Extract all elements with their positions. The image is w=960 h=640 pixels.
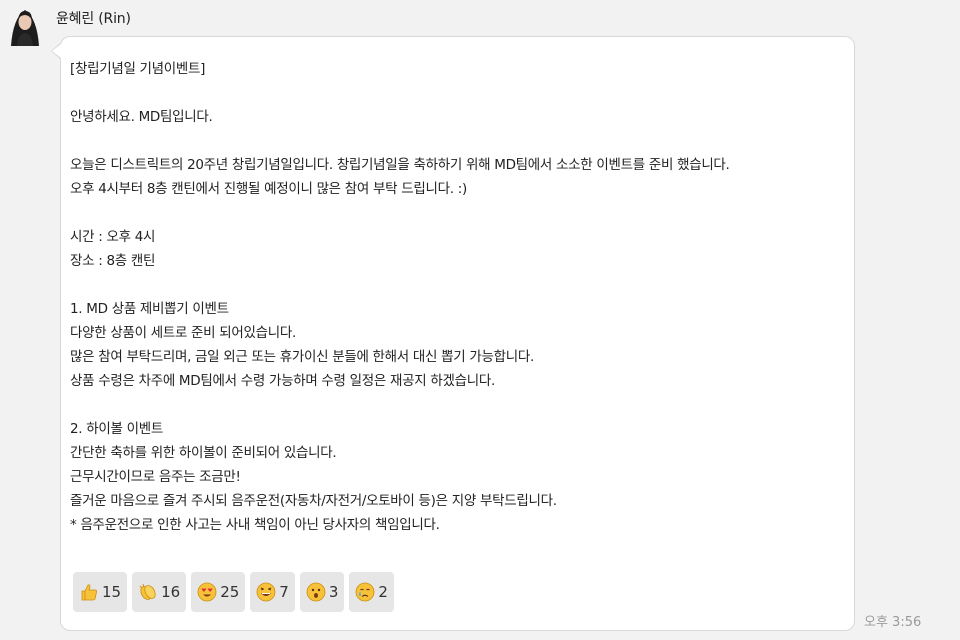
message-timestamp: 오후 3:56 (864, 615, 922, 630)
reaction-count: 25 (220, 583, 240, 601)
thumbs-up-icon (81, 584, 97, 601)
laughing-icon (256, 582, 276, 602)
message-body[interactable]: [창립기념일 기념이벤트] 안녕하세요. MD팀입니다. 오늘은 디스트릭트의 … (70, 57, 850, 537)
message-line: 많은 참여 부탁드리며, 금일 외근 또는 휴가이신 분들에 한해서 대신 뽑기… (70, 349, 534, 365)
message-line: 즐거운 마음으로 즐겨 주시되 음주운전(자동차/자전거/오토바이 등)은 지양… (70, 493, 557, 509)
reaction-count: 3 (328, 583, 339, 601)
message-line: 근무시간이므로 음주는 조금만! (70, 469, 241, 485)
reaction-bar: 15 16 25 7 3 2 (73, 572, 394, 612)
reaction-count: 2 (378, 583, 388, 601)
reaction-count: 7 (279, 583, 289, 601)
sender-name: 윤혜린 (Rin) (56, 11, 131, 27)
message-line: 장소 : 8층 캔틴 (70, 253, 156, 269)
message-line: 2. 하이볼 이벤트 (70, 421, 163, 437)
reaction-heart-eyes[interactable]: 25 (191, 572, 246, 612)
message-line: * 음주운전으로 인한 사고는 사내 책임이 아닌 당사자의 책임입니다. (70, 517, 440, 533)
profile-photo (7, 4, 43, 46)
reaction-surprised[interactable]: 3 (299, 572, 345, 612)
surprised-icon (306, 582, 326, 602)
message-line: 시간 : 오후 4시 (70, 229, 156, 245)
reaction-clap[interactable]: 16 (132, 572, 187, 612)
message-line (70, 129, 850, 153)
message-line (70, 273, 850, 297)
message-line: 오후 4시부터 8층 캔틴에서 진행될 예정이니 많은 참여 부탁 드립니다. … (70, 181, 467, 197)
message-line: 상품 수령은 차주에 MD팀에서 수령 가능하며 수령 일정은 재공지 하겠습니… (70, 373, 495, 389)
avatar[interactable] (7, 4, 43, 46)
clapping-hands-icon (139, 583, 156, 600)
reaction-crying[interactable]: 2 (349, 572, 394, 612)
message-line: 간단한 축하를 위한 하이볼이 준비되어 있습니다. (70, 445, 337, 461)
message-line: 1. MD 상품 제비뽑기 이벤트 (70, 301, 229, 317)
message-line: 오늘은 디스트릭트의 20주년 창립기념일입니다. 창립기념일을 축하하기 위해… (70, 157, 730, 173)
message-line: [창립기념일 기념이벤트] (70, 61, 206, 77)
message-line: 안녕하세요. MD팀입니다. (70, 109, 213, 125)
crying-icon (355, 582, 375, 602)
message-line (70, 393, 850, 417)
reaction-count: 15 (102, 583, 122, 601)
message-line (70, 201, 850, 225)
reaction-count: 16 (161, 583, 181, 601)
heart-eyes-icon (197, 582, 217, 602)
reaction-thumbs-up[interactable]: 15 (73, 572, 128, 612)
bubble-tail (52, 44, 61, 58)
reaction-laughing[interactable]: 7 (250, 572, 295, 612)
message-line (70, 81, 850, 105)
message-line: 다양한 상품이 세트로 준비 되어있습니다. (70, 325, 296, 341)
